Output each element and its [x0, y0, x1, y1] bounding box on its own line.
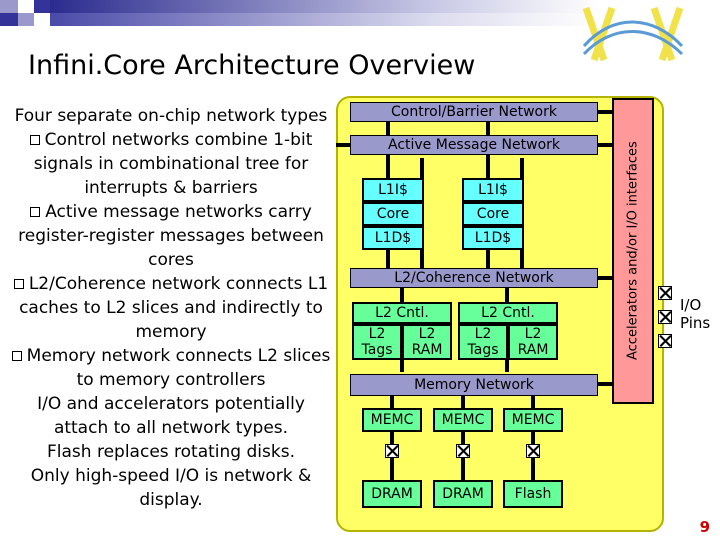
connector-line: [505, 288, 509, 302]
bullet-item-3: L2/Coherence network connects L1 caches …: [8, 272, 334, 344]
io-pins-label-line1: I/O: [680, 296, 702, 314]
network-bar-l2-coherence-label: L2/Coherence Network: [394, 270, 554, 286]
closing-line-3: Only high-speed I/O is network & display…: [30, 466, 312, 510]
connector-line: [505, 360, 509, 372]
connector-line: [598, 382, 612, 386]
l2-slice-0-ram[interactable]: L2 RAM: [402, 324, 452, 360]
network-bar-memory[interactable]: Memory Network: [350, 374, 598, 396]
connector-line: [520, 248, 524, 270]
memory-controller-1[interactable]: MEMC: [433, 408, 493, 432]
page-number: 9: [699, 518, 710, 536]
memory-controller-2[interactable]: MEMC: [503, 408, 563, 432]
tile-0-l1i-cache[interactable]: L1I$: [362, 178, 424, 202]
storage-dram-1[interactable]: DRAM: [433, 480, 493, 508]
tile-0-core[interactable]: Core: [362, 202, 424, 226]
memory-controller-0-label: MEMC: [370, 412, 414, 428]
l2-slice-0-tags[interactable]: L2 Tags: [352, 324, 402, 360]
connector-line: [531, 432, 535, 444]
connector-line: [461, 458, 465, 480]
io-pin-icon: [658, 310, 672, 324]
memory-controller-2-label: MEMC: [511, 412, 555, 428]
connector-line: [461, 432, 465, 444]
network-bar-control-barrier-label: Control/Barrier Network: [391, 104, 557, 120]
bullet-square-icon: [29, 135, 40, 145]
connector-line: [400, 360, 404, 372]
tile-1-l1i-cache[interactable]: L1I$: [462, 178, 524, 202]
infinicore-logo: [582, 6, 684, 62]
connector-line: [390, 458, 394, 480]
bullet-4-label: Memory network connects L2 slices to mem…: [26, 346, 331, 390]
bullet-1-label: Control networks combine 1-bit signals i…: [33, 130, 313, 198]
bullet-item-1: Control networks combine 1-bit signals i…: [8, 128, 334, 200]
storage-dram-0[interactable]: DRAM: [362, 480, 422, 508]
connector-line: [461, 396, 465, 408]
closing-line-2: Flash replaces rotating disks.: [47, 442, 295, 462]
connector-line: [598, 110, 612, 114]
tile-1-l1i-label: L1I$: [478, 182, 508, 198]
connector-line: [598, 143, 612, 147]
network-bar-memory-label: Memory Network: [414, 377, 534, 393]
tile-1-core-label: Core: [476, 206, 510, 222]
l2-slice-1-ram[interactable]: L2 RAM: [508, 324, 558, 360]
network-bar-active-message[interactable]: Active Message Network: [350, 135, 598, 155]
bullet-square-icon: [11, 351, 22, 361]
io-pins-label: I/O Pins: [680, 296, 710, 332]
tile-1-core[interactable]: Core: [462, 202, 524, 226]
closing-line-1: I/O and accelerators potentially attach …: [37, 394, 305, 438]
bullet-3-label: L2/Coherence network connects L1 caches …: [19, 274, 329, 342]
bullet-item-4: Memory network connects L2 slices to mem…: [8, 344, 334, 392]
memory-controller-0[interactable]: MEMC: [362, 408, 422, 432]
connector-line: [400, 288, 404, 302]
l2-slice-1-ram-label: L2 RAM: [517, 326, 549, 358]
io-pin-icon: [526, 444, 540, 458]
connector-line: [336, 143, 350, 147]
storage-flash[interactable]: Flash: [503, 480, 563, 508]
l2-slice-1-tags[interactable]: L2 Tags: [458, 324, 508, 360]
io-pins-label-line2: Pins: [680, 314, 711, 332]
decorative-header-bars: [0, 0, 600, 40]
left-description-panel: Four separate on-chip network types Cont…: [8, 104, 334, 512]
connector-line: [390, 432, 394, 444]
intro-text: Four separate on-chip network types: [14, 106, 328, 126]
tile-1-l1d-cache[interactable]: L1D$: [462, 226, 524, 250]
bullet-square-icon: [30, 207, 41, 217]
tile-0-l1d-label: L1D$: [374, 230, 412, 246]
tile-0-l1i-label: L1I$: [378, 182, 408, 198]
storage-flash-label: Flash: [514, 486, 552, 502]
memory-controller-1-label: MEMC: [441, 412, 485, 428]
l2-slice-1-tags-label: L2 Tags: [467, 326, 499, 358]
io-pin-icon: [658, 286, 672, 300]
io-pin-icon: [456, 444, 470, 458]
connector-line: [598, 276, 612, 280]
io-pin-icon: [658, 334, 672, 348]
tile-0-core-label: Core: [376, 206, 410, 222]
network-bar-active-message-label: Active Message Network: [387, 137, 561, 153]
bullet-2-label: Active message networks carry register-r…: [18, 202, 324, 270]
tile-1-l1d-label: L1D$: [474, 230, 512, 246]
connector-line: [531, 458, 535, 480]
accelerator-io-bar-label: Accelerators and/or I/O interfaces: [625, 141, 641, 361]
storage-dram-1-label: DRAM: [442, 486, 484, 502]
network-bar-l2-coherence[interactable]: L2/Coherence Network: [350, 268, 598, 288]
connector-line: [420, 248, 424, 270]
io-pin-icon: [385, 444, 399, 458]
tile-0-l1d-cache[interactable]: L1D$: [362, 226, 424, 250]
connector-line: [390, 396, 394, 408]
accelerator-io-bar[interactable]: Accelerators and/or I/O interfaces: [612, 98, 654, 404]
connector-line: [386, 248, 390, 270]
l2-slice-0-cntl[interactable]: L2 Cntl.: [352, 302, 452, 324]
storage-dram-0-label: DRAM: [371, 486, 413, 502]
l2-slice-0-ram-label: L2 RAM: [411, 326, 443, 358]
connector-line: [531, 396, 535, 408]
l2-slice-1-cntl[interactable]: L2 Cntl.: [458, 302, 558, 324]
bullet-square-icon: [13, 279, 24, 289]
bullet-item-2: Active message networks carry register-r…: [8, 200, 334, 272]
page-title: Infini.Core Architecture Overview: [28, 50, 476, 81]
connector-line: [486, 248, 490, 270]
l2-slice-0-tags-label: L2 Tags: [361, 326, 393, 358]
l2-slice-1-cntl-label: L2 Cntl.: [481, 305, 535, 321]
network-bar-control-barrier[interactable]: Control/Barrier Network: [350, 102, 598, 122]
l2-slice-0-cntl-label: L2 Cntl.: [375, 305, 429, 321]
